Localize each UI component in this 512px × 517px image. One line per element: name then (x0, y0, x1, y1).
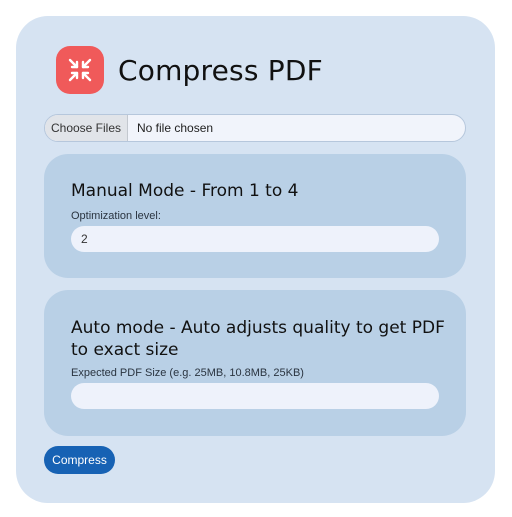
main-panel: Compress PDF Choose Files No file chosen… (16, 16, 495, 503)
optimization-level-label: Optimization level: (71, 210, 161, 222)
header: Compress PDF (56, 44, 323, 96)
manual-mode-title: Manual Mode - From 1 to 4 (71, 181, 299, 201)
choose-files-button[interactable]: Choose Files (45, 115, 128, 141)
expected-size-input[interactable] (71, 383, 439, 409)
expected-size-label: Expected PDF Size (e.g. 25MB, 10.8MB, 25… (71, 367, 304, 379)
auto-mode-card: Auto mode - Auto adjusts quality to get … (44, 290, 466, 436)
compress-button[interactable]: Compress (44, 446, 115, 474)
optimization-level-input[interactable] (71, 226, 439, 252)
file-input[interactable]: Choose Files No file chosen (44, 114, 466, 142)
manual-mode-card: Manual Mode - From 1 to 4 Optimization l… (44, 154, 466, 278)
compress-arrows-icon (56, 46, 104, 94)
file-status-text: No file chosen (137, 121, 214, 135)
page-title: Compress PDF (118, 53, 323, 87)
auto-mode-title: Auto mode - Auto adjusts quality to get … (71, 318, 445, 360)
